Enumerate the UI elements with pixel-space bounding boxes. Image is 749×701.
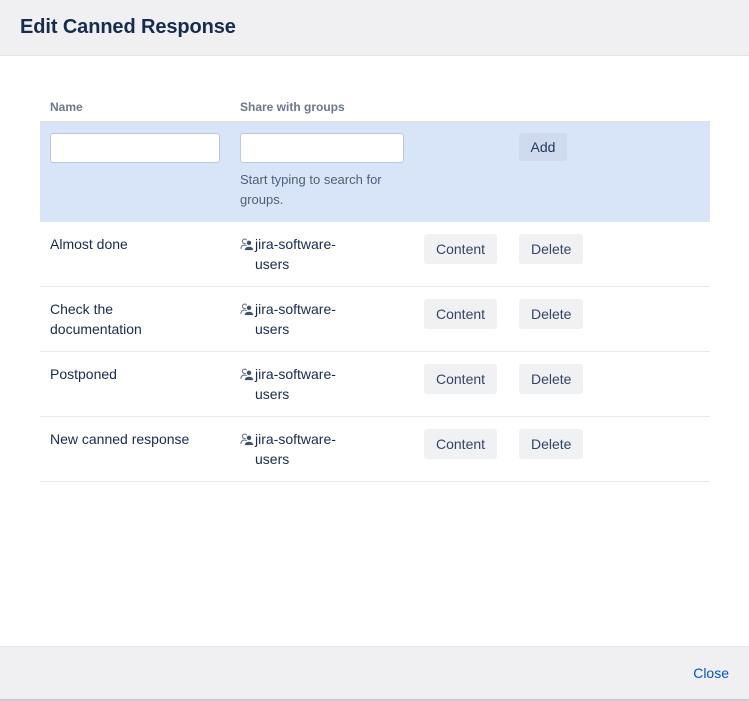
delete-button[interactable]: Delete: [519, 234, 583, 264]
response-name: New canned response: [50, 429, 189, 449]
groups-helper-text: Start typing to search for groups.: [240, 170, 400, 210]
table-row: Almost done jira-software-users Content …: [40, 222, 710, 287]
content-button[interactable]: Content: [424, 429, 497, 459]
group-icon: [240, 367, 255, 387]
close-link[interactable]: Close: [693, 665, 729, 681]
delete-button[interactable]: Delete: [519, 429, 583, 459]
content-button[interactable]: Content: [424, 234, 497, 264]
delete-button[interactable]: Delete: [519, 299, 583, 329]
column-header-name: Name: [40, 100, 240, 114]
edit-canned-response-dialog: Edit Canned Response Name Share with gro…: [0, 0, 749, 699]
add-button[interactable]: Add: [519, 133, 567, 161]
dialog-footer: Close: [0, 646, 749, 699]
shared-group-name: jira-software-users: [255, 299, 367, 339]
name-input[interactable]: [50, 133, 220, 163]
dialog-body: Name Share with groups Start typing to s…: [0, 56, 749, 646]
shared-group-name: jira-software-users: [255, 234, 367, 274]
response-name: Postponed: [50, 364, 117, 384]
content-button[interactable]: Content: [424, 364, 497, 394]
group-icon: [240, 237, 255, 257]
canned-responses-table: Name Share with groups Start typing to s…: [40, 100, 710, 482]
delete-button[interactable]: Delete: [519, 364, 583, 394]
column-header-share-with-groups: Share with groups: [240, 100, 424, 114]
shared-group-name: jira-software-users: [255, 429, 367, 469]
share-with-groups-input[interactable]: [240, 133, 404, 163]
response-name: Almost done: [50, 234, 128, 254]
group-icon: [240, 432, 255, 452]
shared-group-name: jira-software-users: [255, 364, 367, 404]
response-name: Check the documentation: [50, 299, 190, 339]
editor-row: Start typing to search for groups. Add: [40, 122, 710, 222]
table-row: Check the documentation jira-software-us…: [40, 287, 710, 352]
table-row: New canned response jira-software-users …: [40, 417, 710, 482]
group-icon: [240, 302, 255, 322]
dialog-title: Edit Canned Response: [20, 16, 236, 39]
dialog-header: Edit Canned Response: [0, 0, 749, 56]
table-row: Postponed jira-software-users Content De…: [40, 352, 710, 417]
table-header-row: Name Share with groups: [40, 100, 710, 122]
content-button[interactable]: Content: [424, 299, 497, 329]
